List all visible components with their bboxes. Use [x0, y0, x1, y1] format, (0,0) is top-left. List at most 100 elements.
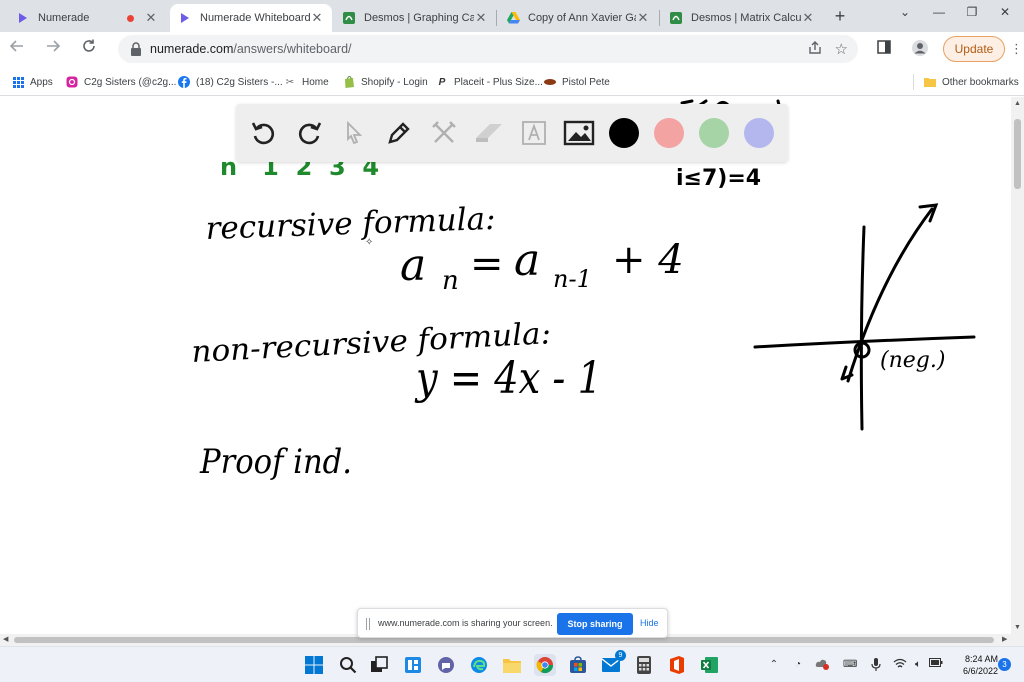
store-icon[interactable]	[567, 654, 589, 676]
graph-y-axis	[859, 225, 866, 431]
meet-now-icon[interactable]: ◔	[791, 658, 805, 672]
scroll-up-icon[interactable]: ▲	[1014, 100, 1021, 107]
new-tab-button[interactable]: +	[830, 6, 850, 26]
tab-desmos-matrix[interactable]: Desmos | Matrix Calculator ✕	[661, 4, 823, 32]
close-tab-icon[interactable]: ✕	[474, 11, 488, 25]
address-bar[interactable]: numerade.com/answers/whiteboard/ ☆	[118, 35, 858, 63]
close-tab-icon[interactable]: ✕	[801, 11, 815, 25]
side-panel-icon[interactable]	[875, 40, 893, 58]
forward-arrow-icon	[47, 40, 61, 52]
search-icon[interactable]	[337, 654, 359, 676]
microphone-icon[interactable]	[869, 658, 883, 672]
bookmark-instagram[interactable]: C2g Sisters (@c2g...	[66, 74, 176, 90]
tab-numerade[interactable]: Numerade ✕	[8, 4, 166, 32]
redo-icon[interactable]	[292, 116, 326, 150]
scroll-down-icon[interactable]: ▼	[1014, 624, 1021, 631]
formula-equals: =	[470, 241, 504, 287]
close-tab-icon[interactable]: ✕	[310, 11, 324, 25]
tab-title: Numerade	[38, 12, 90, 24]
facebook-icon	[178, 76, 190, 88]
task-view-icon[interactable]	[368, 654, 390, 676]
undo-icon[interactable]	[247, 116, 281, 150]
minimize-icon[interactable]: —	[924, 2, 954, 22]
screen: Numerade ✕ Numerade Whiteboard ✕ Desmos …	[0, 0, 1024, 682]
calculator-icon[interactable]	[633, 654, 655, 676]
tools-icon[interactable]	[427, 116, 461, 150]
color-black	[609, 118, 639, 148]
stop-sharing-button[interactable]: Stop sharing	[557, 613, 633, 635]
chevron-down-icon[interactable]: ⌄	[890, 2, 920, 22]
share-icon[interactable]	[808, 41, 822, 58]
image-icon[interactable]	[562, 116, 596, 150]
drag-handle-icon[interactable]	[366, 618, 370, 630]
color-swatch-blue[interactable]	[742, 116, 776, 150]
profile-avatar-icon[interactable]	[911, 40, 929, 58]
desmos-icon	[669, 11, 683, 25]
bookmark-facebook[interactable]: (18) C2g Sisters -...	[178, 74, 283, 90]
teams-chat-icon[interactable]	[435, 654, 457, 676]
tab-numerade-whiteboard[interactable]: Numerade Whiteboard ✕	[170, 4, 332, 32]
screen-sharing-bar: www.numerade.com is sharing your screen.…	[357, 608, 668, 638]
windows-start-icon[interactable]	[303, 654, 325, 676]
other-bookmarks[interactable]: Other bookmarks	[924, 74, 1019, 90]
forward-button[interactable]	[42, 38, 64, 60]
graph-sketch	[753, 203, 976, 431]
bookmark-label: Pistol Pete	[562, 76, 610, 88]
notification-badge[interactable]: 3	[998, 658, 1011, 671]
eraser-icon[interactable]	[472, 116, 506, 150]
folder-icon	[924, 76, 936, 88]
scroll-thumb[interactable]	[1014, 119, 1021, 189]
url-domain: numerade.com	[150, 42, 234, 56]
bookmark-shopify[interactable]: Shopify - Login	[343, 74, 428, 90]
update-button[interactable]: Update	[943, 36, 1005, 62]
mail-icon[interactable]: 9	[600, 650, 626, 676]
url-text: numerade.com/answers/whiteboard/	[150, 42, 352, 56]
volume-icon[interactable]: 🔈︎	[911, 658, 925, 672]
restore-icon[interactable]: ❐	[957, 2, 987, 22]
scroll-right-icon[interactable]: ▶	[1002, 635, 1007, 643]
recursive-formula-label: recursive formula:	[205, 201, 496, 247]
numerade-icon	[16, 11, 30, 25]
bookmark-apps[interactable]: Apps	[12, 74, 53, 90]
tab-google-doc[interactable]: Copy of Ann Xavier Gante… ✕	[498, 4, 658, 32]
color-swatch-black[interactable]	[607, 116, 641, 150]
close-tab-icon[interactable]: ✕	[636, 11, 650, 25]
browser-tab-strip: Numerade ✕ Numerade Whiteboard ✕ Desmos …	[0, 0, 1024, 32]
reload-button[interactable]	[78, 38, 100, 60]
edge-icon[interactable]	[468, 654, 490, 676]
proof-induction-label: Proof ind.	[199, 442, 352, 482]
menu-kebab-icon[interactable]: ⋮	[1010, 40, 1023, 58]
recursive-formula: a n = a n-1 + 4	[400, 235, 684, 296]
back-button[interactable]	[6, 38, 28, 60]
file-explorer-icon[interactable]	[501, 654, 523, 676]
bookmark-placeit[interactable]: P Placeit - Plus Size...	[436, 74, 543, 90]
bookmark-star-icon[interactable]: ☆	[835, 40, 848, 58]
onedrive-warning-icon[interactable]	[815, 658, 829, 672]
close-icon[interactable]: ✕	[990, 2, 1020, 22]
whiteboard-canvas[interactable]: n 1 2 3 4 i≤7)=4 recursive formula: ✧ a …	[0, 97, 1011, 634]
pen-icon[interactable]	[382, 116, 416, 150]
widgets-icon[interactable]	[402, 654, 424, 676]
wifi-icon[interactable]	[893, 658, 907, 672]
bookmark-pistol-pete[interactable]: Pistol Pete	[544, 74, 610, 90]
office-icon[interactable]	[666, 654, 688, 676]
windows-taskbar: 9 ⌃ ◔ ⌨ 🔈︎ 8:24 AM 6/6/2022 3	[0, 646, 1024, 682]
text-icon[interactable]	[517, 116, 551, 150]
formula-a-n: a	[400, 240, 426, 291]
keyboard-icon[interactable]: ⌨	[843, 658, 857, 672]
system-clock[interactable]: 8:24 AM 6/6/2022	[950, 653, 998, 677]
color-swatch-green[interactable]	[697, 116, 731, 150]
tab-desmos-graphing[interactable]: Desmos | Graphing Calcul… ✕	[334, 4, 496, 32]
battery-icon[interactable]	[929, 658, 943, 672]
scroll-left-icon[interactable]: ◀	[3, 635, 8, 643]
hide-button[interactable]: Hide	[640, 618, 659, 628]
close-tab-icon[interactable]: ✕	[144, 11, 158, 25]
formula-subscript-n-minus-1: n-1	[553, 265, 592, 293]
bookmark-home[interactable]: ✂ Home	[284, 74, 329, 90]
color-swatch-red[interactable]	[652, 116, 686, 150]
select-icon[interactable]	[337, 116, 371, 150]
excel-icon[interactable]	[699, 654, 721, 676]
vertical-scrollbar[interactable]: ▲ ▼	[1011, 97, 1024, 634]
show-hidden-icons-icon[interactable]: ⌃	[767, 658, 781, 672]
chrome-icon[interactable]	[534, 654, 556, 676]
